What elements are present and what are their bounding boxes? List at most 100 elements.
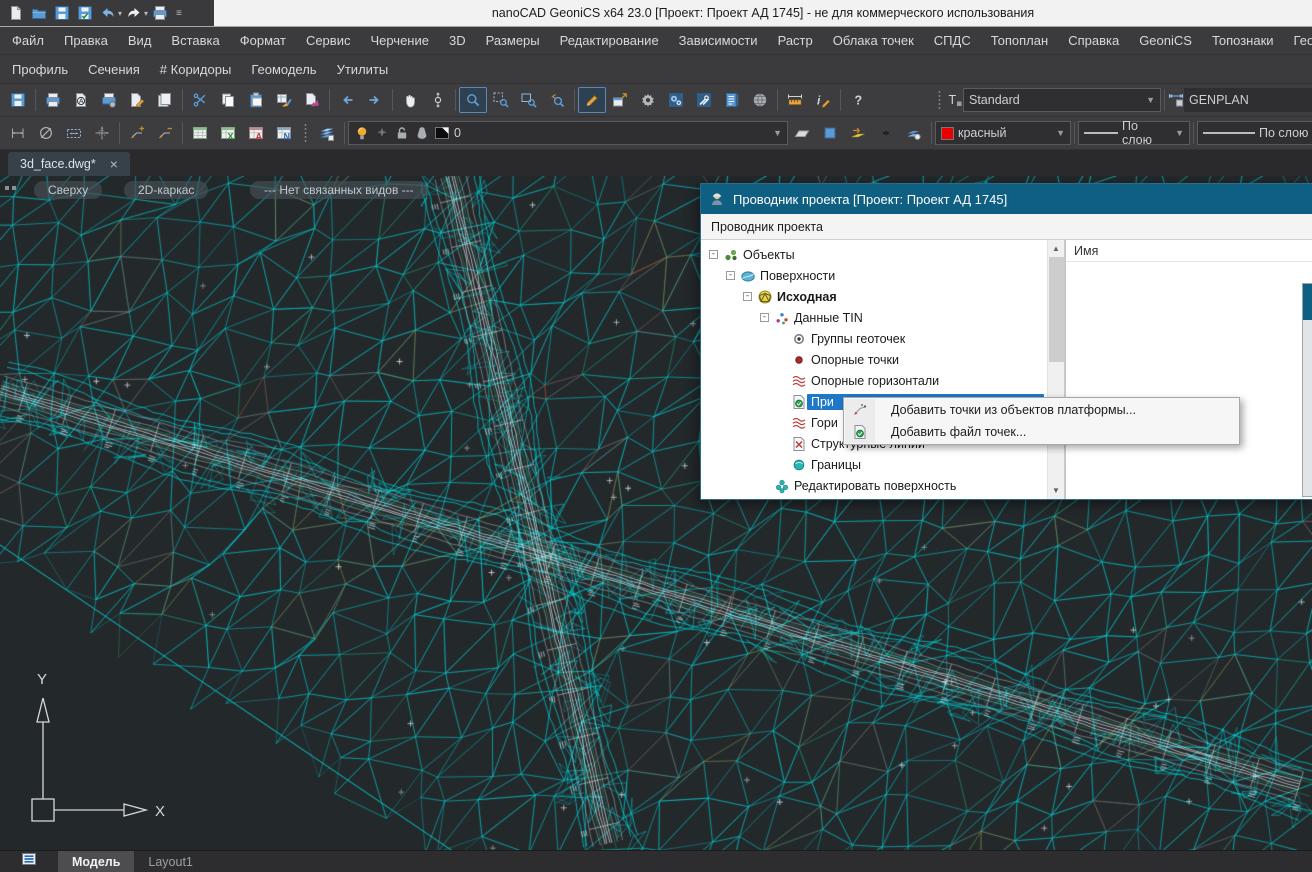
scroll-up-icon[interactable]: ▲ (1048, 240, 1064, 257)
tree-item-редактировать-поверхность[interactable]: Редактировать поверхность (701, 475, 1064, 496)
render-button[interactable] (746, 87, 774, 113)
menu-item-топознаки[interactable]: Топознаки (1202, 27, 1284, 54)
leader-add-button[interactable] (123, 120, 151, 146)
print-button[interactable] (39, 87, 67, 113)
layer-previous-button[interactable] (844, 120, 872, 146)
menu-item--коридоры[interactable]: # Коридоры (150, 56, 242, 83)
lineweight-combo[interactable]: По слою▼ (1197, 121, 1312, 145)
plot-settings-button[interactable] (95, 87, 123, 113)
table-word-button[interactable]: A (242, 120, 270, 146)
tree-item-исходная[interactable]: -Исходная (701, 286, 1064, 307)
tree-item-группы-геоточек[interactable]: Группы геоточек (701, 328, 1064, 349)
zoom-previous-button[interactable] (543, 87, 571, 113)
zoom-object-button[interactable] (515, 87, 543, 113)
menu-item-топоплан[interactable]: Топоплан (981, 27, 1058, 54)
help-button[interactable]: ? (844, 87, 872, 113)
redo-button[interactable] (123, 2, 145, 24)
menu-item-вставка[interactable]: Вставка (161, 27, 229, 54)
properties-palette-button[interactable] (718, 87, 746, 113)
tree-item-поверхности[interactable]: -Поверхности (701, 265, 1064, 286)
chevron-down-icon[interactable]: ▼ (767, 128, 782, 138)
collapsed-panel-tab[interactable] (1302, 283, 1312, 497)
text-style-combo[interactable]: Standard▼ (963, 88, 1161, 112)
project-explorer-titlebar[interactable]: Проводник проекта [Проект: Проект АД 174… (701, 184, 1312, 214)
layout-tab-layout1[interactable]: Layout1 (134, 851, 206, 872)
menu-item-3d[interactable]: 3D (439, 27, 476, 54)
linetype-combo[interactable]: По слою▼ (1078, 121, 1190, 145)
save-button[interactable] (51, 2, 73, 24)
print-button[interactable] (149, 2, 171, 24)
chevron-down-icon[interactable]: ▼ (1140, 95, 1155, 105)
page-setup-button[interactable] (123, 87, 151, 113)
menu-item-растр[interactable]: Растр (768, 27, 823, 54)
new-file-button[interactable] (5, 2, 27, 24)
menu-item-зависимости[interactable]: Зависимости (669, 27, 768, 54)
tree-item-объекты[interactable]: -Объекты (701, 244, 1064, 265)
save-button[interactable] (4, 87, 32, 113)
dimension-frame-button[interactable] (60, 120, 88, 146)
tree-scrollbar[interactable]: ▲ ▼ (1047, 240, 1064, 499)
zoom-window-button[interactable] (487, 87, 515, 113)
list-column-header[interactable]: Имя (1066, 240, 1312, 262)
tree-collapse-icon[interactable]: - (760, 313, 769, 322)
toolbar-grip[interactable] (303, 123, 308, 143)
menu-item-файл[interactable]: Файл (2, 27, 54, 54)
viewport-control-dots[interactable] (5, 186, 16, 190)
drawing-viewport[interactable]: Сверху2D-каркас--- Нет связанных видов -… (0, 176, 1312, 850)
paste-button[interactable] (242, 87, 270, 113)
measure-button[interactable] (781, 87, 809, 113)
layers-manager-button[interactable] (313, 120, 341, 146)
dim-style-combo[interactable]: GENPLAN (1184, 88, 1312, 112)
menu-item-профиль[interactable]: Профиль (2, 56, 78, 83)
qat-customize-icon[interactable]: ≡ (176, 8, 181, 19)
menu-item-редактирование[interactable]: Редактирование (550, 27, 669, 54)
menu-item-утилиты[interactable]: Утилиты (327, 56, 399, 83)
dimension-diameter-button[interactable] (32, 120, 60, 146)
menu-item-размеры[interactable]: Размеры (476, 27, 550, 54)
chevron-down-icon[interactable]: ▼ (1050, 128, 1065, 138)
tree-item-опорные-точки[interactable]: Опорные точки (701, 349, 1064, 370)
tree-collapse-icon[interactable]: - (726, 271, 735, 280)
match-properties-button[interactable] (270, 87, 298, 113)
leader-remove-button[interactable] (151, 120, 179, 146)
scroll-down-icon[interactable]: ▼ (1048, 482, 1064, 499)
copy-button[interactable] (214, 87, 242, 113)
app-settings-button[interactable] (662, 87, 690, 113)
purge-button[interactable] (298, 87, 326, 113)
menu-item-формат[interactable]: Формат (230, 27, 296, 54)
viewport-pill-2[interactable]: --- Нет связанных видов --- (250, 181, 428, 199)
table-excel-button[interactable]: X (214, 120, 242, 146)
menu-item-вид[interactable]: Вид (118, 27, 162, 54)
publish-sheets-button[interactable] (151, 87, 179, 113)
options-button[interactable] (634, 87, 662, 113)
context-menu-item-0[interactable]: Добавить точки из объектов платформы... (845, 399, 1238, 421)
project-explorer-menu[interactable]: Проводник проекта (701, 214, 1312, 240)
pan-button[interactable] (396, 87, 424, 113)
layer-states-button[interactable] (872, 120, 900, 146)
menu-item-сервис[interactable]: Сервис (296, 27, 361, 54)
print-preview-button[interactable]: A (67, 87, 95, 113)
menu-item-геомодель[interactable]: Геомодель (241, 56, 326, 83)
cut-button[interactable] (186, 87, 214, 113)
menu-item-справка[interactable]: Справка (1058, 27, 1129, 54)
tree-item-опорные-горизонтали[interactable]: Опорные горизонтали (701, 370, 1064, 391)
open-file-button[interactable] (28, 2, 50, 24)
menu-item-геоточки[interactable]: Геоточки (1284, 27, 1312, 54)
dimension-linear-button[interactable] (4, 120, 32, 146)
chevron-down-icon[interactable]: ▼ (1169, 128, 1184, 138)
layer-make-current-button[interactable] (788, 120, 816, 146)
menu-item-черчение[interactable]: Черчение (360, 27, 439, 54)
annotate-button[interactable]: i (809, 87, 837, 113)
undo-dropdown-icon[interactable]: ▾ (118, 9, 122, 18)
layout-tab-модель[interactable]: Модель (58, 851, 134, 872)
zoom-realtime-button[interactable] (459, 87, 487, 113)
viewport-pill-0[interactable]: Сверху (34, 181, 102, 199)
toolbar-grip[interactable] (937, 90, 942, 110)
menu-item-сечения[interactable]: Сечения (78, 56, 150, 83)
close-tab-icon[interactable]: × (110, 157, 118, 171)
layer-match-button[interactable] (816, 120, 844, 146)
menu-item-спдс[interactable]: СПДС (924, 27, 981, 54)
menu-item-правка[interactable]: Правка (54, 27, 118, 54)
tree-collapse-icon[interactable]: - (743, 292, 752, 301)
tree-collapse-icon[interactable]: - (709, 250, 718, 259)
